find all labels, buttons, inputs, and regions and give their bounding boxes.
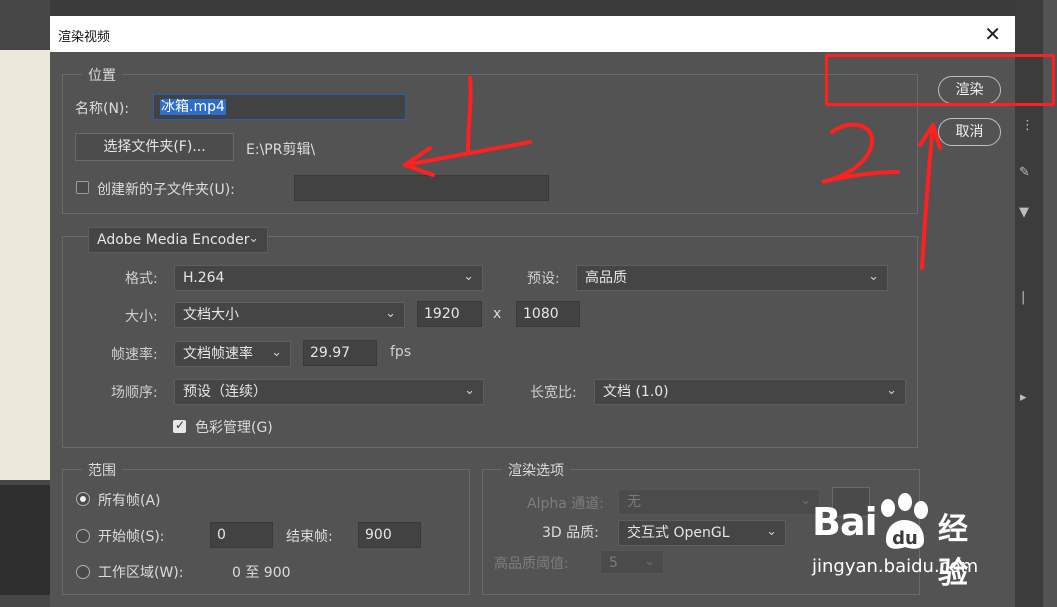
field-order-value: 预设（连续） <box>183 384 267 400</box>
format-dropdown[interactable]: H.264 ⌄ <box>174 265 483 291</box>
chevron-down-icon: ⌄ <box>385 306 396 321</box>
render-options-legend: 渲染选项 <box>502 460 570 480</box>
annotation-highlight-box <box>825 54 1055 106</box>
framerate-mode-dropdown[interactable]: 文档帧速率 ⌄ <box>174 341 291 367</box>
chevron-down-icon: ⌄ <box>248 231 259 246</box>
preset-label: 预设: <box>527 271 560 287</box>
chevron-down-icon: ⌄ <box>800 493 811 508</box>
size-dropdown[interactable]: 文档大小 ⌄ <box>174 302 405 328</box>
cancel-button[interactable]: 取消 <box>938 118 1001 146</box>
start-frame-input[interactable]: 0 <box>210 522 273 548</box>
work-area-label: 工作区域(W): <box>98 565 184 581</box>
format-value: H.264 <box>183 270 225 286</box>
range-legend: 范围 <box>82 460 122 480</box>
framerate-mode-value: 文档帧速率 <box>183 346 253 362</box>
watermark-brand: Bai <box>812 500 878 544</box>
alpha-label: Alpha 通道: <box>527 496 604 512</box>
encoder-selector[interactable]: Adobe Media Encoder ⌄ <box>88 227 268 253</box>
size-x-label: x <box>493 306 502 322</box>
subfolder-label: 创建新的子文件夹(U): <box>97 182 235 198</box>
width-input[interactable]: 1920 <box>417 301 482 327</box>
svg-text:du: du <box>892 528 918 549</box>
size-value: 文档大小 <box>183 307 239 323</box>
framerate-label: 帧速率: <box>111 347 158 363</box>
color-management-checkbox[interactable] <box>173 418 186 433</box>
ruler-icon: | <box>1021 290 1026 305</box>
end-frame-input[interactable]: 900 <box>358 522 421 548</box>
chevron-down-icon: ⌄ <box>644 554 655 569</box>
aspect-dropdown[interactable]: 文档 (1.0) ⌄ <box>594 379 906 405</box>
color-management-label: 色彩管理(G) <box>195 420 273 436</box>
quality-3d-dropdown[interactable]: 交互式 OpenGL ⌄ <box>618 520 786 546</box>
watermark-suffix: 经验 <box>938 512 968 591</box>
name-value: 冰箱.mp4 <box>160 99 226 115</box>
hq-threshold-stepper[interactable]: 5 ⌄ <box>600 550 664 574</box>
hq-threshold-label: 高品质阈值: <box>494 556 569 572</box>
background-canvas <box>0 50 50 480</box>
chevron-down-icon: ⌄ <box>886 383 897 398</box>
work-area-radio[interactable] <box>76 565 90 579</box>
preset-value: 高品质 <box>585 270 627 286</box>
brush-icon: ✎ <box>1019 165 1030 180</box>
folder-path: E:\PR剪辑\ <box>246 142 316 158</box>
background-timeline <box>0 485 50 595</box>
subfolder-input[interactable] <box>294 175 549 201</box>
name-input[interactable]: 冰箱.mp4 <box>153 94 406 120</box>
end-frame-label: 结束帧: <box>286 529 333 545</box>
close-icon[interactable]: ✕ <box>984 22 1001 46</box>
chevron-down-icon: ⌄ <box>463 269 474 284</box>
alpha-value: 无 <box>627 494 641 510</box>
alpha-dropdown[interactable]: 无 ⌄ <box>618 489 820 515</box>
aspect-value: 文档 (1.0) <box>603 384 669 400</box>
quality-3d-label: 3D 品质: <box>542 525 599 541</box>
all-frames-radio[interactable] <box>76 492 90 506</box>
location-legend: 位置 <box>82 65 122 85</box>
background-left-panel <box>0 0 50 607</box>
paw-icon: du <box>881 493 928 549</box>
chevron-down-icon: ⌄ <box>271 345 282 360</box>
field-order-label: 场顺序: <box>111 385 158 401</box>
choose-folder-button[interactable]: 选择文件夹(F)... <box>75 133 234 161</box>
field-order-dropdown[interactable]: 预设（连续） ⌄ <box>174 379 484 405</box>
quality-3d-value: 交互式 OpenGL <box>627 525 730 541</box>
height-input[interactable]: 1080 <box>516 301 580 327</box>
hq-threshold-value: 5 <box>609 555 618 571</box>
chevron-down-icon: ⌄ <box>766 524 777 539</box>
bucket-icon: ▼ <box>1019 205 1029 220</box>
preset-dropdown[interactable]: 高品质 ⌄ <box>576 265 888 291</box>
encoder-selector-label: Adobe Media Encoder <box>97 232 250 248</box>
aspect-label: 长宽比: <box>530 385 577 401</box>
name-label: 名称(N): <box>75 101 130 117</box>
chevron-down-icon: ⌄ <box>464 383 475 398</box>
start-frame-label: 开始帧(S): <box>98 529 165 545</box>
fps-label: fps <box>390 344 412 360</box>
format-label: 格式: <box>125 271 158 287</box>
watermark-url: jingyan.baidu.com <box>812 556 979 577</box>
title-bar: 渲染视频 ✕ <box>50 16 1015 52</box>
play-icon: ▸ <box>1020 390 1027 405</box>
dialog-title: 渲染视频 <box>58 30 111 45</box>
tool-icon: ⋮ <box>1021 118 1034 133</box>
chevron-down-icon: ⌄ <box>868 269 879 284</box>
all-frames-label: 所有帧(A) <box>98 493 161 509</box>
size-label: 大小: <box>125 309 158 325</box>
start-frame-radio[interactable] <box>76 529 90 543</box>
subfolder-checkbox[interactable] <box>76 181 89 194</box>
work-area-value: 0 至 900 <box>232 565 291 581</box>
framerate-input[interactable]: 29.97 <box>303 340 377 366</box>
